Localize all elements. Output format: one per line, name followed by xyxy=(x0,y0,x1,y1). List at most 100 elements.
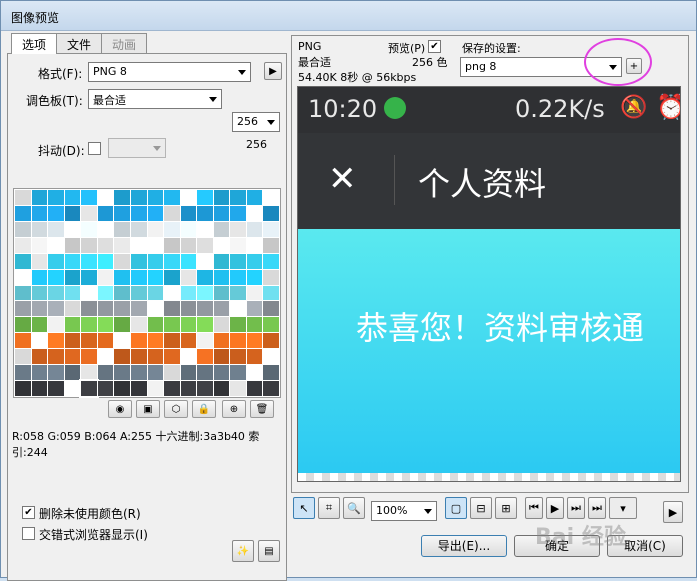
palette-swatch[interactable] xyxy=(230,285,246,301)
palette-swatch[interactable] xyxy=(81,237,97,253)
palette-swatch[interactable] xyxy=(130,333,147,349)
expand-panel-icon[interactable]: ▶ xyxy=(663,501,683,523)
palette-swatch[interactable] xyxy=(48,269,64,285)
preview-checkbox[interactable]: ✔ xyxy=(428,40,441,53)
palette-swatch[interactable] xyxy=(263,333,279,349)
zoom-icon[interactable]: 🔍 xyxy=(343,497,365,519)
palette-swatch[interactable] xyxy=(263,190,279,205)
palette-swatch[interactable] xyxy=(246,221,263,237)
palette-swatch[interactable] xyxy=(15,381,31,396)
palette-swatch[interactable] xyxy=(114,301,130,317)
palette-swatch[interactable] xyxy=(197,285,213,301)
palette-swatch[interactable] xyxy=(230,301,246,317)
palette-swatch[interactable] xyxy=(246,190,263,205)
palette-swatch[interactable] xyxy=(130,301,147,317)
lock-icon[interactable]: 🔒 xyxy=(192,400,216,418)
palette-swatch[interactable] xyxy=(197,381,213,396)
palette-swatch[interactable] xyxy=(130,269,147,285)
palette-swatch[interactable] xyxy=(180,269,197,285)
interlaced-checkbox[interactable] xyxy=(22,527,35,540)
colors-select[interactable]: 256 xyxy=(232,112,280,132)
palette-swatch[interactable] xyxy=(81,365,97,381)
palette-swatch[interactable] xyxy=(97,221,114,237)
palette-swatch[interactable] xyxy=(164,205,180,221)
palette-swatch[interactable] xyxy=(81,253,97,269)
palette-swatch[interactable] xyxy=(263,221,279,237)
palette-swatch[interactable] xyxy=(180,365,197,381)
palette-swatch[interactable] xyxy=(130,381,147,396)
palette-swatch[interactable] xyxy=(246,333,263,349)
palette-swatch[interactable] xyxy=(213,221,230,237)
palette-swatch[interactable] xyxy=(15,221,31,237)
pointer-icon[interactable]: ↖ xyxy=(293,497,315,519)
tab-options[interactable]: 选项 xyxy=(11,33,58,54)
remove-unused-checkbox[interactable]: ✔ xyxy=(22,506,35,519)
palette-swatch[interactable] xyxy=(263,349,279,365)
palette-swatch[interactable] xyxy=(147,349,164,365)
palette-swatch[interactable] xyxy=(114,190,130,205)
palette-swatch[interactable] xyxy=(81,221,97,237)
palette-swatch[interactable] xyxy=(48,381,64,396)
palette-swatch[interactable] xyxy=(246,317,263,333)
palette-swatch[interactable] xyxy=(230,205,246,221)
palette-swatch[interactable] xyxy=(114,381,130,396)
palette-swatch[interactable] xyxy=(48,317,64,333)
palette-swatch[interactable] xyxy=(197,190,213,205)
export-button[interactable]: 导出(E)... xyxy=(421,535,507,557)
palette-swatch[interactable] xyxy=(130,285,147,301)
palette-swatch[interactable] xyxy=(147,269,164,285)
palette-swatch[interactable] xyxy=(180,221,197,237)
palette-swatch[interactable] xyxy=(114,365,130,381)
palette-swatch[interactable] xyxy=(97,205,114,221)
palette-swatch[interactable] xyxy=(48,205,64,221)
palette-swatch[interactable] xyxy=(230,365,246,381)
palette-swatch[interactable] xyxy=(114,317,130,333)
palette-swatch[interactable] xyxy=(15,285,31,301)
palette-swatch[interactable] xyxy=(81,205,97,221)
palette-swatch[interactable] xyxy=(64,237,81,253)
palette-swatch[interactable] xyxy=(81,269,97,285)
palette-swatch[interactable] xyxy=(48,365,64,381)
palette-swatch[interactable] xyxy=(15,190,31,205)
palette-swatch[interactable] xyxy=(164,190,180,205)
palette-select[interactable]: 最合适 xyxy=(88,89,222,109)
palette-swatch[interactable] xyxy=(130,365,147,381)
palette-swatch[interactable] xyxy=(48,253,64,269)
palette-swatch[interactable] xyxy=(97,269,114,285)
palette-swatch[interactable] xyxy=(97,365,114,381)
palette-swatch[interactable] xyxy=(213,205,230,221)
palette-swatch[interactable] xyxy=(180,285,197,301)
palette-swatch[interactable] xyxy=(15,205,31,221)
palette-swatch[interactable] xyxy=(230,381,246,396)
palette-swatch[interactable] xyxy=(180,317,197,333)
palette-swatch[interactable] xyxy=(31,365,48,381)
crop-icon[interactable]: ⌗ xyxy=(318,497,340,519)
palette-swatch[interactable] xyxy=(97,381,114,396)
palette-swatch[interactable] xyxy=(147,205,164,221)
color-palette-grid[interactable] xyxy=(13,188,281,398)
palette-swatch[interactable] xyxy=(147,381,164,396)
palette-swatch[interactable] xyxy=(213,365,230,381)
palette-swatch[interactable] xyxy=(197,349,213,365)
palette-swatch[interactable] xyxy=(164,317,180,333)
palette-swatch[interactable] xyxy=(180,205,197,221)
palette-swatch[interactable] xyxy=(164,269,180,285)
palette-swatch[interactable] xyxy=(97,301,114,317)
palette-swatch[interactable] xyxy=(48,333,64,349)
palette-swatch[interactable] xyxy=(230,269,246,285)
palette-swatch[interactable] xyxy=(31,349,48,365)
palette-swatch[interactable] xyxy=(64,190,81,205)
palette-swatch[interactable] xyxy=(79,379,99,398)
palette-swatch[interactable] xyxy=(48,301,64,317)
palette-swatch[interactable] xyxy=(246,381,263,396)
palette-swatch[interactable] xyxy=(164,221,180,237)
palette-swatch[interactable] xyxy=(15,349,31,365)
palette-swatch[interactable] xyxy=(147,301,164,317)
dither-checkbox[interactable] xyxy=(88,142,101,155)
palette-swatch[interactable] xyxy=(246,205,263,221)
palette-swatch[interactable] xyxy=(81,301,97,317)
format-select[interactable]: PNG 8 xyxy=(88,62,251,82)
palette-swatch[interactable] xyxy=(48,237,64,253)
palette-swatch[interactable] xyxy=(180,253,197,269)
palette-swatch[interactable] xyxy=(197,301,213,317)
